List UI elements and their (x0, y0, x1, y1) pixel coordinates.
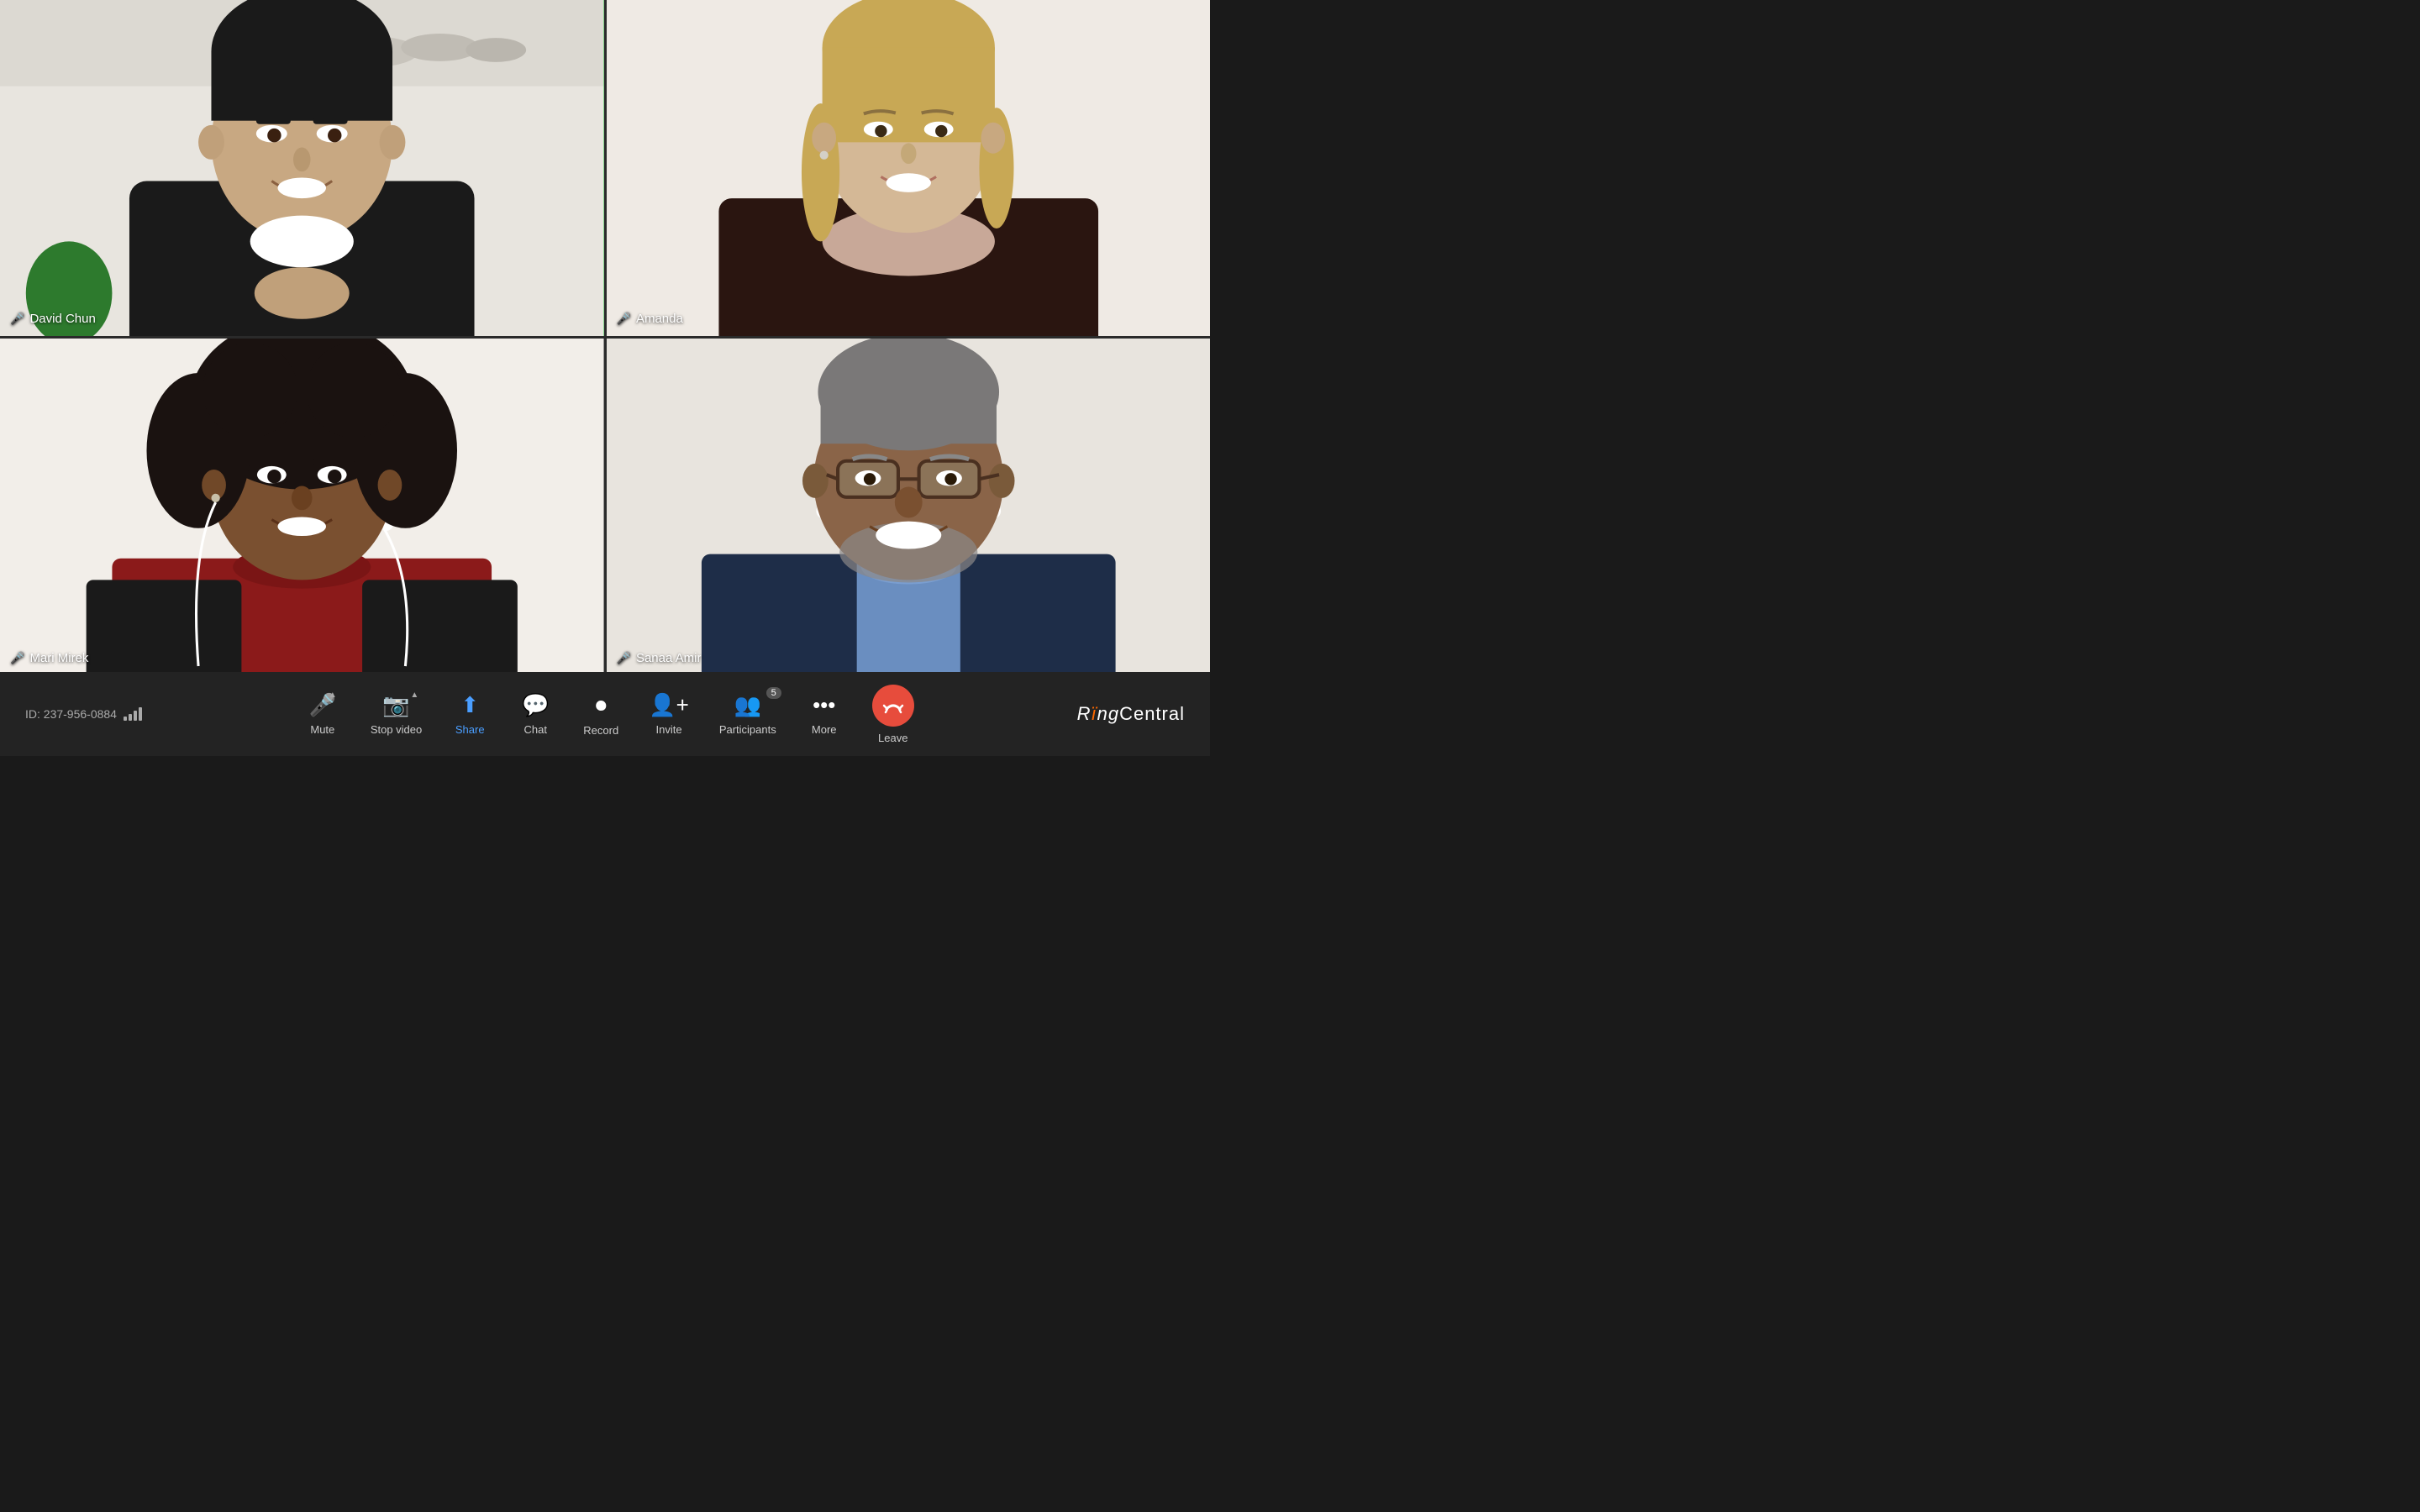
more-label: More (812, 723, 837, 736)
chat-label: Chat (524, 723, 547, 736)
invite-button[interactable]: 👤+ Invite (637, 685, 701, 743)
stop-video-label: Stop video (371, 723, 422, 736)
amanda-name: Amanda (636, 312, 683, 326)
video-cell-sanaa-amir: 🎤 Sanaa Amir (607, 339, 1211, 675)
video-cell-amanda: 🎤 Amanda (607, 0, 1211, 336)
invite-icon: 👤+ (649, 692, 689, 718)
leave-label: Leave (878, 732, 908, 744)
sanaa-amir-label: 🎤 Sanaa Amir (617, 651, 702, 665)
amanda-mic-icon: 🎤 (617, 312, 631, 326)
brand-name: RïngCentral (1077, 703, 1185, 725)
david-chun-video (0, 0, 604, 336)
mari-mirek-label: 🎤 Mari Mirek (10, 651, 88, 665)
leave-icon (872, 685, 914, 727)
mari-mirek-mic-icon: 🎤 (10, 651, 24, 665)
video-conference-app: 🎤 David Chun (0, 0, 1210, 675)
sanaa-amir-mic-icon: 🎤 (617, 651, 631, 665)
record-label: Record (583, 724, 618, 737)
toolbar: ID: 237-956-0884 ▲ 🎤 Mute ▲ 📷 Stop video (0, 672, 1210, 756)
mute-label: Mute (310, 723, 334, 736)
signal-strength (124, 707, 142, 721)
mute-chevron: ▲ (329, 690, 337, 700)
mari-mirek-video (0, 339, 604, 675)
amanda-video (607, 0, 1211, 336)
sanaa-amir-video (607, 339, 1211, 675)
mute-button[interactable]: ▲ 🎤 Mute (293, 685, 352, 743)
david-chun-name: David Chun (29, 312, 95, 326)
more-icon: ••• (813, 692, 835, 718)
meeting-id: ID: 237-956-0884 (25, 707, 117, 721)
sanaa-amir-name: Sanaa Amir (636, 651, 702, 665)
share-button[interactable]: ⬆ Share (440, 685, 499, 743)
david-chun-mic-icon: 🎤 (10, 312, 24, 326)
video-grid: 🎤 David Chun (0, 0, 1210, 675)
record-icon: ⏺ (596, 692, 607, 719)
video-cell-mari-mirek: 🎤 Mari Mirek (0, 339, 604, 675)
signal-bar-1 (124, 717, 127, 721)
amanda-label: 🎤 Amanda (617, 312, 683, 326)
chat-icon: 💬 (522, 692, 549, 718)
leave-button[interactable]: Leave (860, 678, 926, 751)
leave-phone-icon (881, 694, 905, 717)
invite-label: Invite (655, 723, 681, 736)
signal-bar-3 (134, 711, 137, 721)
chat-button[interactable]: 💬 Chat (506, 685, 565, 743)
participants-button[interactable]: 5 👥 Participants (708, 685, 788, 743)
share-label: Share (455, 723, 485, 736)
participants-badge: 5 (766, 687, 781, 699)
signal-bar-2 (129, 714, 132, 721)
video-cell-david-chun: 🎤 David Chun (0, 0, 604, 336)
mari-mirek-name: Mari Mirek (29, 651, 88, 665)
signal-bar-4 (139, 707, 142, 721)
stop-video-chevron: ▲ (410, 690, 418, 700)
brand-pre: Rïng (1077, 703, 1120, 724)
more-button[interactable]: ••• More (795, 685, 854, 743)
toolbar-left: ID: 237-956-0884 (25, 707, 142, 721)
share-icon: ⬆ (460, 692, 479, 718)
record-button[interactable]: ⏺ Record (571, 685, 630, 743)
participants-icon: 👥 (734, 692, 761, 718)
participants-label: Participants (719, 723, 776, 736)
david-chun-label: 🎤 David Chun (10, 312, 96, 326)
stop-video-icon: 📷 (382, 692, 409, 718)
toolbar-center: ▲ 🎤 Mute ▲ 📷 Stop video ⬆ Share 💬 Chat (293, 678, 926, 751)
stop-video-button[interactable]: ▲ 📷 Stop video (359, 685, 434, 743)
brand-post: Central (1119, 703, 1185, 724)
toolbar-right: RïngCentral (1077, 703, 1185, 725)
